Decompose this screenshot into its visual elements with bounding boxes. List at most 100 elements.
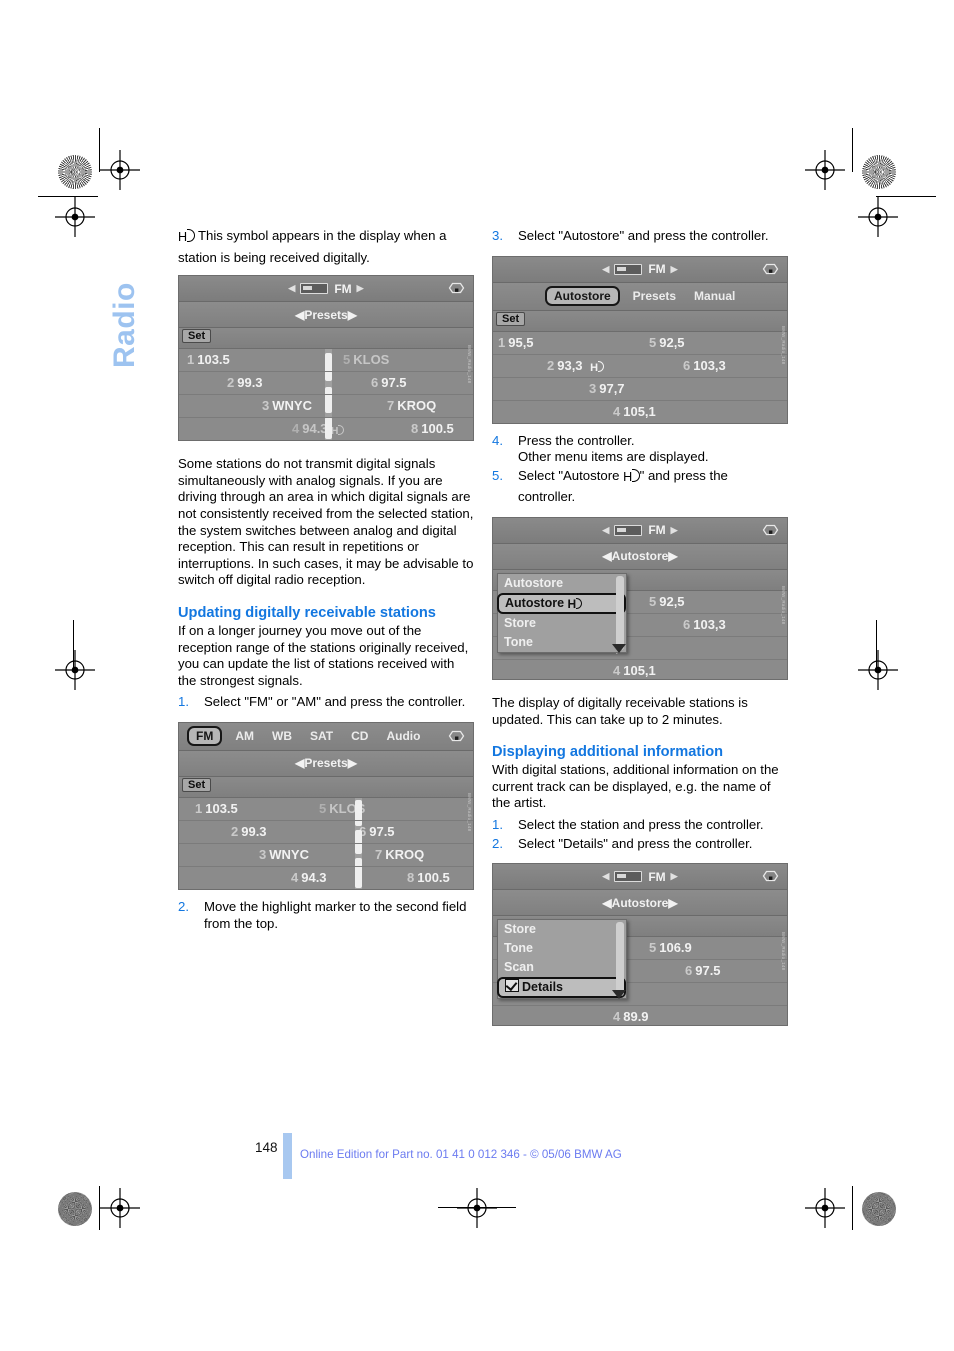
preset-index: 8 bbox=[411, 421, 419, 437]
screenshot1-title: FM bbox=[334, 281, 352, 296]
screenshot3-setrow: Set bbox=[493, 310, 787, 332]
preset-row[interactable]: 4 89.9 bbox=[493, 1006, 787, 1025]
menu-item-autostore[interactable]: Autostore bbox=[498, 574, 626, 593]
preset-row[interactable]: 2 93,3 H 6 103,3 bbox=[493, 355, 787, 378]
preset-index: 1 bbox=[187, 352, 195, 368]
registration-cross-left-lower bbox=[55, 650, 95, 690]
menu-more-caret-icon bbox=[612, 990, 626, 1000]
trim-line-top-left bbox=[99, 128, 100, 172]
preset-label: KROQ bbox=[385, 846, 425, 862]
right-arrow-icon: ▶ bbox=[670, 263, 678, 274]
home-arrows-icon bbox=[761, 868, 780, 884]
preset-row[interactable]: 4 94.3 8 100.5 bbox=[179, 867, 473, 889]
preset-index: 4 bbox=[613, 403, 621, 419]
tab-manual[interactable]: Manual bbox=[685, 289, 744, 303]
menu-item-details[interactable]: Details bbox=[497, 977, 626, 999]
set-button[interactable]: Set bbox=[182, 777, 212, 792]
menu-item-scan[interactable]: Scan bbox=[498, 958, 626, 977]
rosette-mark-bottom-right bbox=[862, 1192, 896, 1226]
tab-wb[interactable]: WB bbox=[263, 729, 301, 743]
tab-presets[interactable]: Presets bbox=[624, 289, 685, 303]
list-item-number: 1. bbox=[492, 816, 503, 832]
preset-row[interactable]: 3 WNYC 7 KROQ bbox=[179, 844, 473, 867]
preset-row[interactable]: 4 105,1 bbox=[493, 401, 787, 423]
preset-label: 95,5 bbox=[508, 334, 534, 350]
tab-autostore[interactable]: Autostore bbox=[545, 286, 620, 307]
left-arrow-icon: ◀ bbox=[602, 524, 610, 535]
preset-index: 7 bbox=[387, 398, 395, 414]
registration-cross-top-left bbox=[100, 150, 140, 190]
preset-index: 2 bbox=[231, 823, 239, 839]
trim-line-top-right bbox=[852, 128, 853, 172]
preset-row[interactable]: 1 103.5 5 KLOS bbox=[179, 798, 473, 821]
menu-item-tone[interactable]: Tone bbox=[498, 939, 626, 958]
list-item: 1. Select "FM" or "AM" and press the con… bbox=[178, 694, 474, 711]
manual-page: Radio H This symbol appears in the displ… bbox=[0, 0, 954, 1351]
preset-index: 6 bbox=[683, 616, 691, 632]
menu-item-store[interactable]: Store bbox=[498, 614, 626, 633]
screenshot1-subbar-label: Presets bbox=[304, 307, 348, 322]
tab-fm[interactable]: FM bbox=[187, 726, 223, 747]
preset-label: 92,5 bbox=[659, 593, 685, 609]
list-item-text: Select the station and press the control… bbox=[518, 816, 764, 832]
tab-cd[interactable]: CD bbox=[342, 729, 377, 743]
context-menu[interactable]: Autostore Autostore H Store Tone bbox=[497, 572, 627, 653]
menu-item-autostore-hd[interactable]: Autostore H bbox=[497, 592, 626, 614]
preset-row[interactable]: 2 99.3 6 97.5 bbox=[179, 372, 473, 396]
trim-line-right-top bbox=[876, 196, 936, 197]
set-button[interactable]: Set bbox=[182, 329, 212, 344]
preset-index: 4 bbox=[292, 421, 300, 437]
right-column: 3. Select "Autostore" and press the cont… bbox=[492, 228, 788, 1027]
hd-radio-icon: H bbox=[178, 229, 195, 250]
registration-cross-right-mid bbox=[858, 197, 898, 237]
preset-row[interactable]: 3 WNYC 7 KROQ bbox=[179, 395, 473, 419]
preset-row[interactable]: 1 103.5 5 KLOS bbox=[179, 349, 473, 373]
preset-index: 8 bbox=[407, 869, 415, 885]
checkbox-checked-icon[interactable] bbox=[505, 979, 519, 993]
screenshot5-title: FM bbox=[648, 869, 666, 884]
set-button[interactable]: Set bbox=[496, 311, 526, 326]
context-menu[interactable]: Store Tone Scan Details bbox=[497, 919, 627, 1000]
radio-tuner-icon bbox=[614, 524, 643, 536]
menu-scrollbar[interactable] bbox=[616, 922, 624, 997]
home-arrows-icon bbox=[761, 522, 780, 538]
screenshot5-preset-list: 5 106.9 6 97.5 4 89.9 Store Tone Scan Detai… bbox=[493, 919, 787, 1026]
preset-row[interactable]: 1 95,5 5 92,5 bbox=[493, 332, 787, 355]
preset-label: WNYC bbox=[272, 398, 312, 414]
tab-sat[interactable]: SAT bbox=[301, 729, 342, 743]
tab-audio[interactable]: Audio bbox=[377, 729, 429, 743]
preset-index: 4 bbox=[291, 869, 299, 885]
trim-line-bottom-left bbox=[99, 1186, 100, 1230]
preset-row[interactable]: 3 97,7 bbox=[493, 378, 787, 401]
radio-tuner-icon bbox=[300, 283, 329, 295]
image-watermark: BMW_Radio_148 bbox=[467, 345, 472, 384]
screenshot4-topbar: ◀ FM ▶ bbox=[493, 517, 787, 544]
preset-label: 92,5 bbox=[659, 334, 685, 350]
preset-row[interactable]: 4 94.3 H 8 100.5 bbox=[179, 418, 473, 440]
idrive-screenshot-autostore-menu: ◀ FM ▶ ◀ Autostore ▶ 5 92,5 6 103,3 4 10… bbox=[492, 516, 788, 680]
list-item-text: Select "FM" or "AM" and press the contro… bbox=[204, 694, 466, 710]
right-arrow-icon: ▶ bbox=[347, 307, 357, 322]
preset-index: 3 bbox=[589, 380, 597, 396]
hd-radio-icon: H bbox=[623, 468, 640, 490]
preset-index: 5 bbox=[343, 352, 351, 368]
screenshot2-preset-list: 1 103.5 5 KLOS 2 99.3 6 97.5 3 WNYC 7 KROQ 4 94… bbox=[179, 797, 473, 889]
screenshot2-setrow: Set bbox=[179, 776, 473, 798]
preset-label: 100.5 bbox=[417, 869, 450, 885]
list-item-text: Select "Details" and press the controlle… bbox=[518, 835, 753, 851]
list-item: 1. Select the station and press the cont… bbox=[492, 817, 788, 834]
menu-item-tone[interactable]: Tone bbox=[498, 633, 626, 652]
tab-am[interactable]: AM bbox=[226, 729, 263, 743]
menu-item-store[interactable]: Store bbox=[498, 920, 626, 939]
preset-row[interactable]: 2 99.3 6 97.5 bbox=[179, 821, 473, 844]
right-paragraph-1: The display of digitally receivable stat… bbox=[492, 694, 748, 727]
list-item-number: 1. bbox=[178, 694, 189, 710]
preset-index: 5 bbox=[649, 940, 657, 956]
home-arrows-icon bbox=[447, 280, 466, 296]
screenshot4-preset-list: 592,5 6103,3 ,7 4105,1 Autostore Autosto… bbox=[493, 572, 787, 679]
preset-index: 5 bbox=[649, 334, 657, 350]
footer-edition-notice: Online Edition for Part no. 01 41 0 012 … bbox=[300, 1148, 622, 1161]
menu-scrollbar[interactable] bbox=[616, 575, 624, 650]
preset-label: KROQ bbox=[397, 398, 437, 414]
preset-row[interactable]: 4 105,1 bbox=[493, 660, 787, 679]
